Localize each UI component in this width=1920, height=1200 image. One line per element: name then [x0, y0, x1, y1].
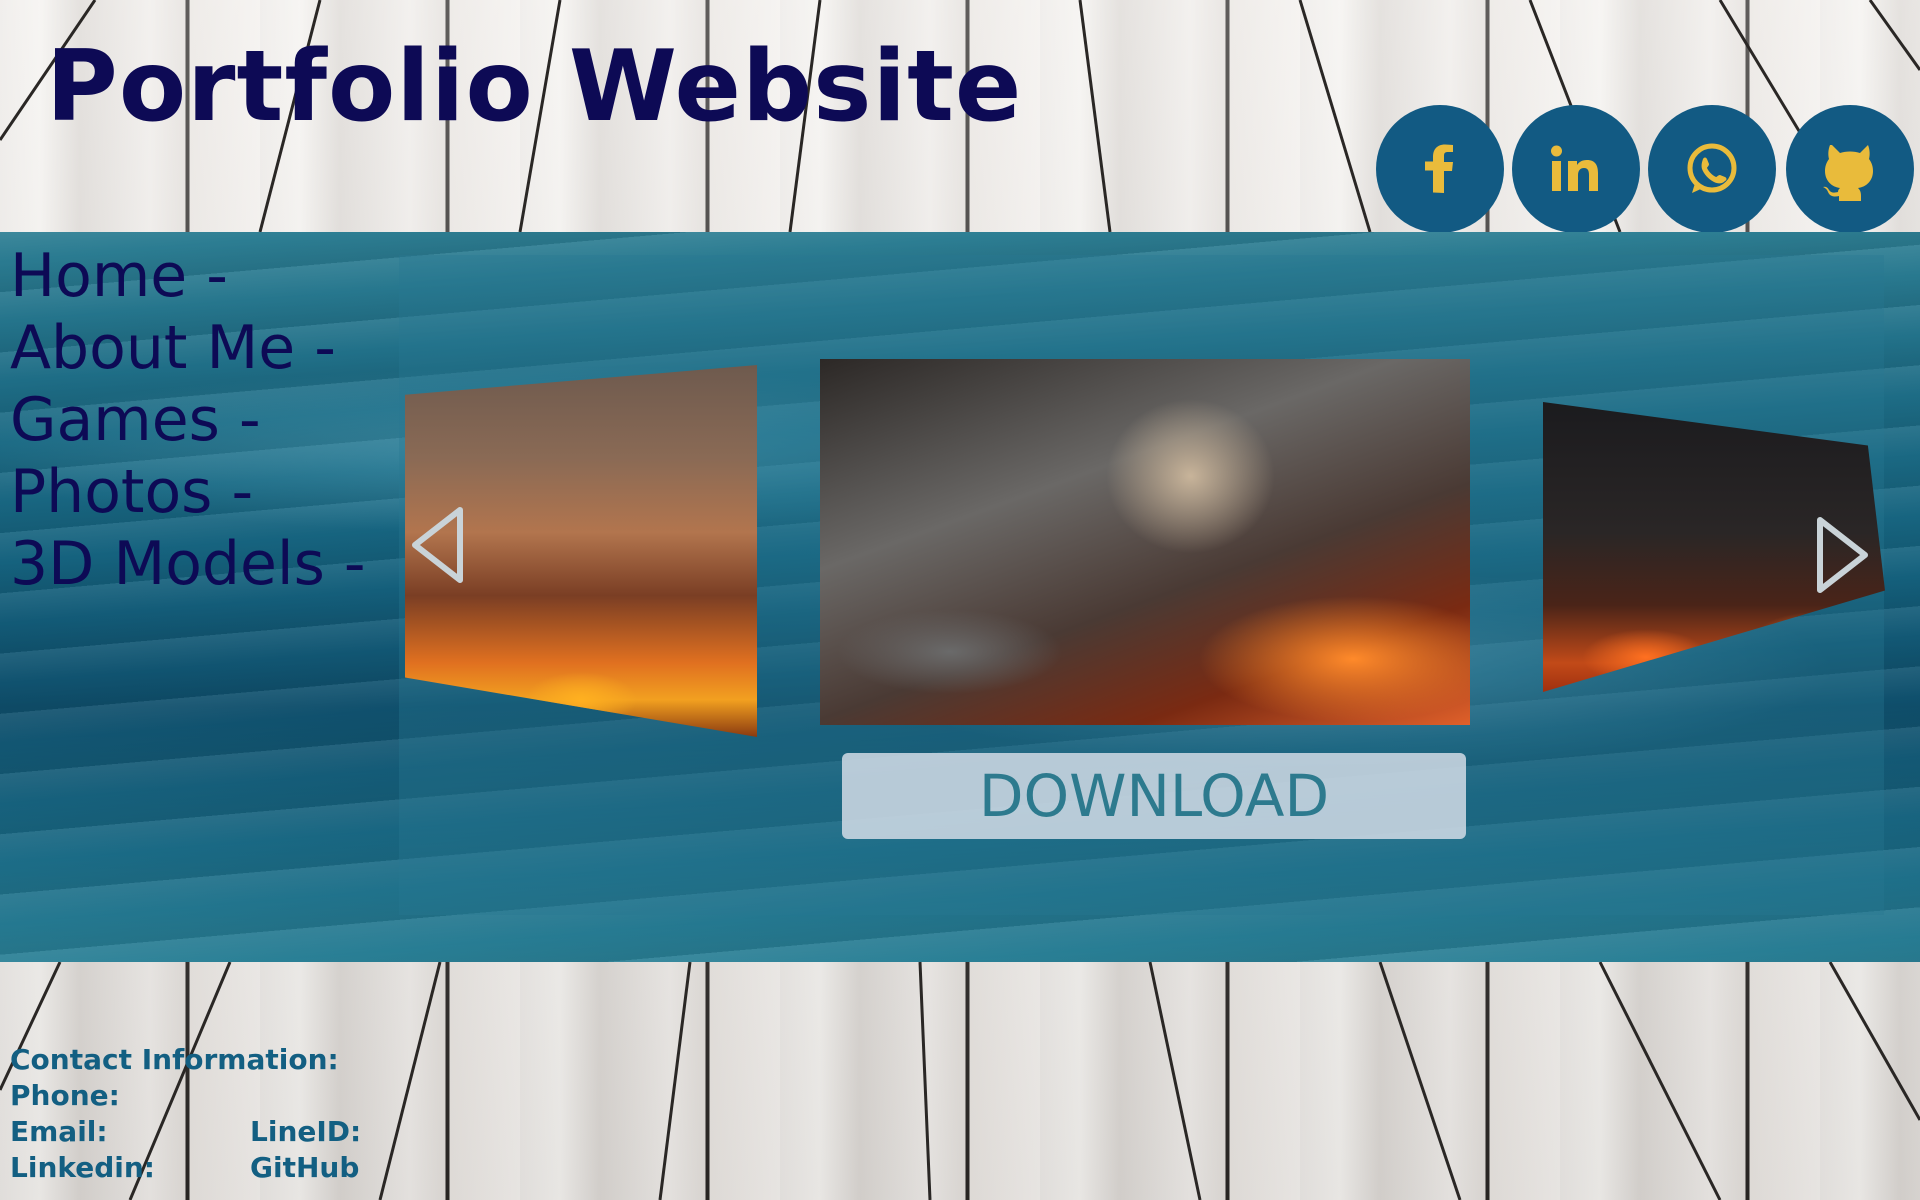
whatsapp-icon: [1687, 143, 1737, 193]
whatsapp-link[interactable]: [1648, 105, 1776, 233]
nav-item-3d-models[interactable]: 3D Models -: [10, 528, 366, 600]
chevron-left-icon: [412, 507, 463, 583]
nav-item-games[interactable]: Games -: [10, 384, 366, 456]
linkedin-icon: [1551, 145, 1598, 191]
linkedin-label: Linkedin:: [10, 1151, 156, 1184]
slider-prev-button[interactable]: [405, 495, 475, 595]
email-label: Email:: [10, 1115, 108, 1148]
slider-next-button[interactable]: [1808, 505, 1878, 605]
chevron-right-icon: [1817, 517, 1868, 593]
main-nav: Home - About Me - Games - Photos - 3D Mo…: [10, 240, 366, 600]
site-title: Portfolio Website: [46, 30, 1023, 144]
facebook-icon: [1425, 144, 1453, 193]
contact-info: Contact Information: Phone: Email: LineI…: [10, 1042, 361, 1186]
facebook-link[interactable]: [1376, 105, 1504, 233]
github-label: GitHub: [250, 1151, 360, 1184]
phone-label: Phone:: [10, 1079, 120, 1112]
nav-item-about-me[interactable]: About Me -: [10, 312, 366, 384]
nav-item-home[interactable]: Home -: [10, 240, 366, 312]
contact-heading: Contact Information:: [10, 1043, 339, 1076]
slide-current-image[interactable]: [820, 359, 1470, 725]
github-link[interactable]: [1786, 105, 1914, 233]
lineid-label: LineID:: [250, 1115, 362, 1148]
github-icon: [1823, 145, 1873, 201]
nav-item-photos[interactable]: Photos -: [10, 456, 366, 528]
download-button[interactable]: DOWNLOAD: [842, 753, 1466, 839]
linkedin-link[interactable]: [1512, 105, 1640, 233]
